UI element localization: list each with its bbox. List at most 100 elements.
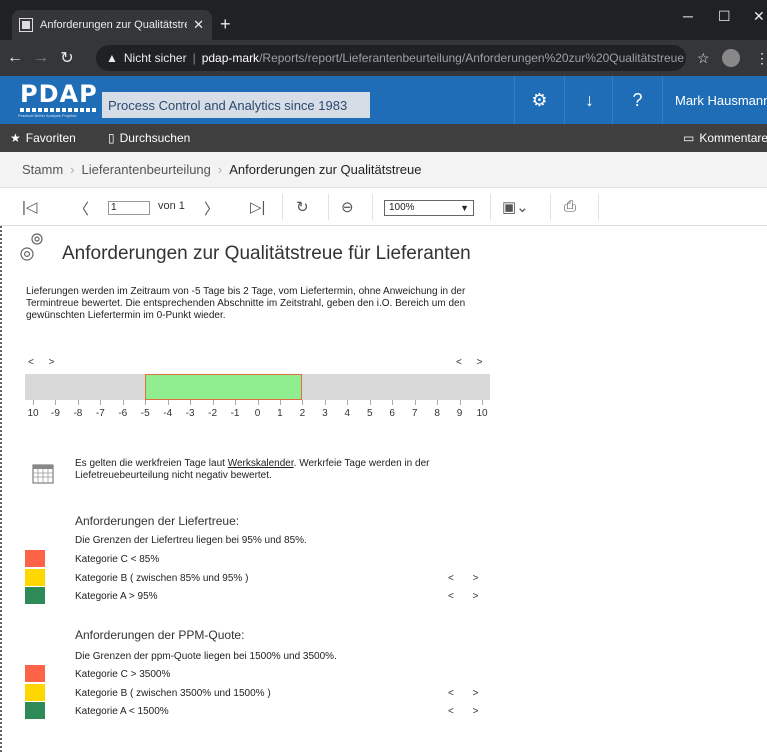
timeline-tick (437, 400, 439, 405)
star-icon[interactable]: ☆ (697, 50, 710, 67)
browser-tab[interactable]: Anforderungen zur Qualitätstreu ✕ (12, 10, 212, 40)
timeline-tick (482, 400, 483, 405)
timeline-tick-label: 4 (344, 408, 351, 419)
maximize-button[interactable]: ☐ (718, 8, 731, 25)
liefertreue-category-c: Kategorie C < 85% (75, 554, 160, 565)
print-icon[interactable]: ⎙ (564, 198, 576, 215)
back-circle-icon[interactable]: ⊖ (341, 198, 354, 216)
reload-icon[interactable]: ↻ (56, 48, 78, 68)
url-field[interactable]: ▲ Nicht sicher | pdap-mark /Reports/repo… (96, 45, 686, 71)
timeline-tick (167, 400, 169, 405)
close-icon[interactable]: ✕ (193, 17, 204, 33)
menu-icon[interactable]: ⋮ (755, 50, 767, 67)
timeline-tick (369, 400, 371, 405)
first-page-icon[interactable]: |◁ (22, 198, 37, 216)
ppm-swatch-a (25, 702, 45, 719)
timeline-ok-range (145, 374, 303, 400)
page-number-input[interactable]: 1 (108, 201, 150, 215)
address-bar: ← → ↻ ▲ Nicht sicher | pdap-mark /Report… (0, 40, 767, 76)
ppm-b-arrows[interactable]: < > (448, 688, 486, 699)
timeline-tick-label: -2 (208, 408, 218, 419)
user-name[interactable]: Mark Hausmann (662, 76, 767, 124)
report-toolbar: |◁ 〈 1 von 1 〉 ▷| ↻ ⊖ 100% ▼ ▣⌄ ⎙ (0, 188, 767, 226)
timeline-tick (347, 400, 349, 405)
last-page-icon[interactable]: ▷| (250, 198, 265, 216)
zoom-select[interactable]: 100% ▼ (384, 200, 474, 216)
toolbar-divider (490, 194, 491, 220)
minimize-button[interactable]: ─ (683, 8, 693, 24)
timeline-tick (392, 400, 394, 405)
toolbar-divider (550, 194, 551, 220)
tab-title: Anforderungen zur Qualitätstreu (40, 19, 188, 31)
breadcrumb-item-stamm[interactable]: Stamm (22, 162, 63, 177)
save-icon[interactable]: ▣⌄ (502, 198, 529, 216)
page-of-label: von 1 (158, 200, 185, 212)
logo-text: PDAP (20, 80, 98, 108)
liefertreue-category-a: Kategorie A > 95% (75, 591, 158, 602)
ppm-a-arrows[interactable]: < > (448, 706, 486, 717)
liefertreue-swatch-c (25, 550, 45, 567)
timeline-tick-label: 2 (299, 408, 306, 419)
refresh-icon[interactable]: ↻ (296, 198, 309, 216)
breadcrumb-separator: › (217, 162, 223, 177)
ppm-category-c: Kategorie C > 3500% (75, 669, 171, 680)
next-page-icon[interactable]: 〉 (204, 198, 219, 219)
back-icon[interactable]: ← (4, 49, 26, 67)
window-close-button[interactable]: ✕ (753, 8, 765, 25)
liefertreue-heading: Anforderungen der Liefertreue: (75, 514, 240, 528)
favorites-button[interactable]: ★ Favoriten (10, 131, 76, 145)
timeline-tick-label: 3 (322, 408, 328, 419)
timeline-tick-label: -3 (185, 408, 195, 419)
liefertreue-b-arrows[interactable]: < > (448, 573, 486, 584)
timeline-tick (145, 400, 147, 405)
toolbar-divider (372, 194, 373, 220)
zoom-value: 100% (389, 202, 415, 213)
ppm-description: Die Grenzen der ppm-Quote liegen bei 150… (75, 651, 337, 662)
browser-tabstrip: Anforderungen zur Qualitätstreu ✕ + ─ ☐ … (0, 0, 767, 40)
timeline-tick (33, 400, 34, 405)
ppm-swatch-c (25, 665, 45, 682)
profile-avatar[interactable] (722, 49, 740, 67)
url-host: pdap-mark (201, 51, 260, 65)
timeline-tick (324, 400, 326, 405)
timeline-tick (257, 400, 259, 405)
browse-button[interactable]: ▯ Durchsuchen (108, 131, 190, 145)
breadcrumb-item-lieferantenbeurteilung[interactable]: Lieferantenbeurteilung (82, 162, 211, 177)
timeline-arrows-left[interactable]: < > (28, 357, 60, 368)
werkskalender-link[interactable]: Werkskalender (228, 458, 294, 469)
settings-gear-icon[interactable]: ⚙ (514, 76, 564, 124)
new-tab-button[interactable]: + (220, 14, 231, 35)
forward-icon[interactable]: → (30, 49, 52, 67)
timeline-tick-label: 7 (411, 408, 418, 419)
app-header: PDAP Practical Better Analysis Projekte … (0, 76, 767, 124)
timeline-tick (212, 400, 214, 405)
chevron-down-icon: ▼ (460, 203, 469, 213)
timeline-ticks: 10 -9 -8 -7 -6 -5 -4 -3 -2 -1 0 1 2 3 4 5 6 7 8 9 10 (25, 400, 490, 422)
ppm-swatch-b (25, 684, 45, 701)
comments-button[interactable]: ▭ Kommentare (683, 131, 767, 145)
url-separator: | (192, 51, 196, 65)
liefertreue-a-arrows[interactable]: < > (448, 591, 486, 602)
breadcrumb-separator: › (70, 162, 75, 177)
prev-page-icon[interactable]: 〈 (74, 198, 89, 219)
timeline-arrows-right[interactable]: < > (456, 357, 488, 368)
calendar-icon (32, 464, 54, 484)
app-tagline: Process Control and Analytics since 1983 (102, 92, 370, 118)
timeline-bar (25, 374, 490, 400)
toolbar-divider (328, 194, 329, 220)
liefertreue-description: Die Grenzen der Liefertreu liegen bei 95… (75, 535, 307, 546)
toolbar-divider (282, 194, 283, 220)
timeline-tick-label: 6 (389, 408, 395, 419)
timeline-tick-label: 8 (434, 408, 440, 419)
help-icon[interactable]: ? (612, 76, 662, 124)
timeline-tick-label: -6 (118, 408, 128, 419)
timeline-tick-label: 1 (277, 408, 283, 419)
ppm-heading: Anforderungen der PPM-Quote: (75, 628, 245, 642)
timeline-tick-label: 0 (254, 408, 261, 419)
favorites-label: Favoriten (25, 131, 76, 145)
download-icon[interactable]: ↓ (564, 76, 614, 124)
liefertreue-category-b: Kategorie B ( zwischen 85% und 95% ) (75, 573, 249, 584)
star-icon: ★ (10, 131, 21, 145)
timeline-tick-label: -5 (140, 408, 150, 419)
timeline-tick (77, 400, 79, 405)
